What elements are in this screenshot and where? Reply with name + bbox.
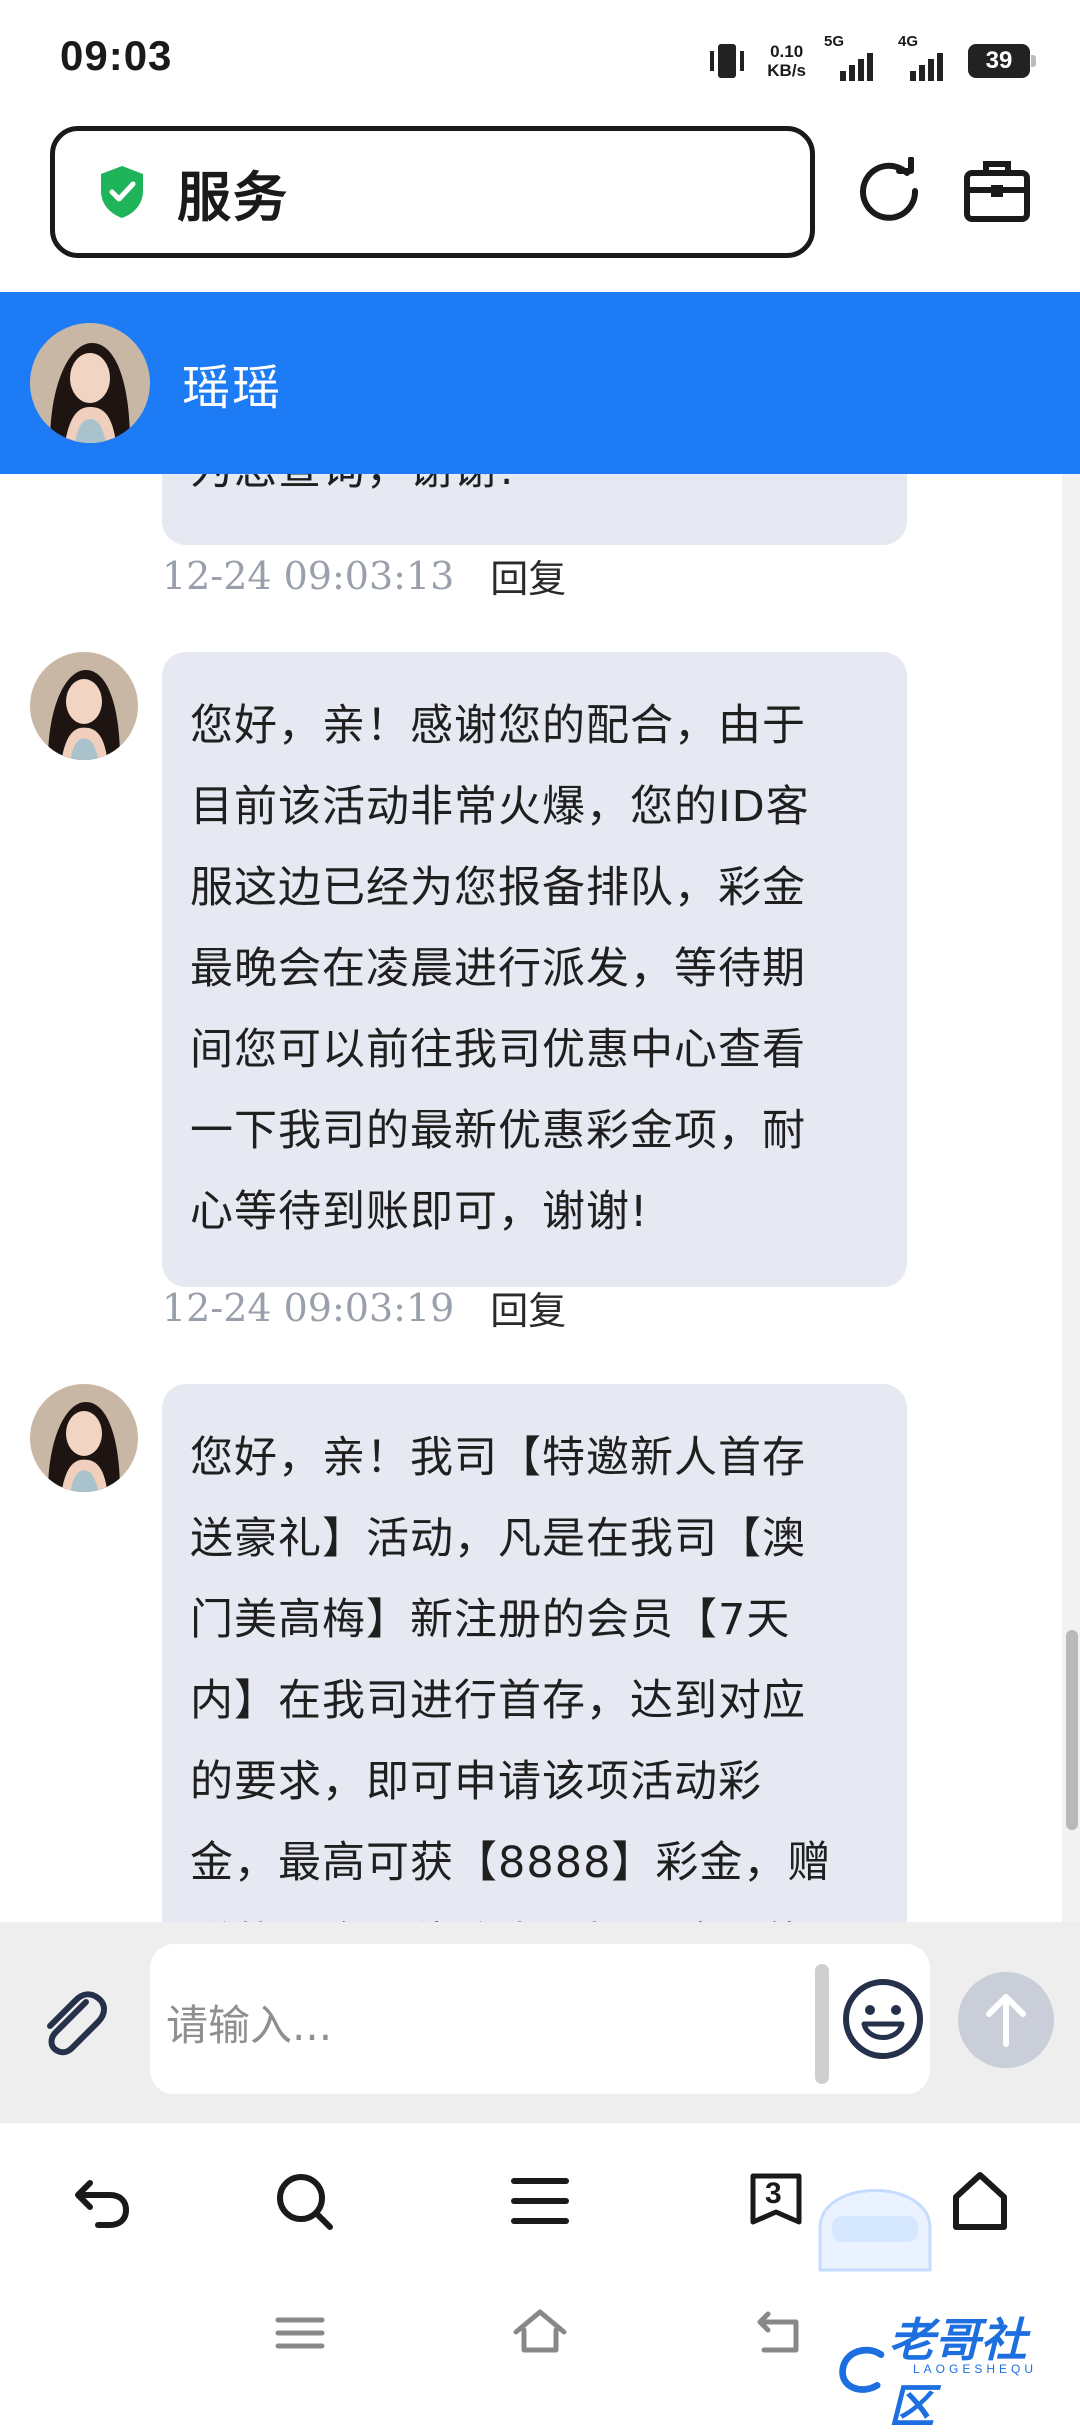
emoji-icon[interactable] [840,1976,926,2062]
avatar-image [30,1384,138,1492]
message-timestamp: 12-24 09:03:19 [162,1285,455,1330]
address-bar[interactable]: 服务 [50,126,815,258]
status-bar: 09:03 0.10 KB/s 5G 4G 39 [0,0,1080,120]
signal-4g-icon: 4G [898,33,950,81]
reply-link[interactable]: 回复 [490,1280,566,1335]
message-meta: 12-24 09:03:13 回复 [162,548,566,603]
message-bubble: 您好，亲！感谢您的配合，由于 目前该活动非常火爆，您的ID客 服这边已经为您报备… [162,652,907,1287]
agent-avatar[interactable] [30,323,150,443]
search-icon[interactable] [272,2169,336,2233]
net-speed: 0.10 KB/s [767,42,806,80]
status-icons: 0.10 KB/s 5G 4G 39 [705,33,1036,86]
reply-link[interactable]: 回复 [490,548,566,603]
status-time: 09:03 [60,32,173,79]
reload-icon[interactable] [855,157,923,225]
signal-5g-icon: 5G [824,33,880,81]
attachment-icon[interactable] [34,1984,114,2064]
message-bubble: 为您查询，谢谢! [162,474,907,545]
input-placeholder: 请输入... [166,2001,333,2050]
avatar-image [30,652,138,760]
input-divider [815,1964,829,2084]
avatar-image [30,323,150,443]
system-home-icon[interactable] [510,2302,570,2362]
message-input-bar: 请输入... [0,1922,1080,2122]
watermark-subtext: LAOGESHEQU [913,2362,1038,2376]
message-avatar[interactable] [30,1384,138,1492]
agent-name: 瑶瑶 [182,360,283,416]
tab-count: 3 [765,2177,782,2210]
menu-icon[interactable] [508,2169,572,2233]
system-back-icon[interactable] [750,2302,810,2362]
battery-icon: 39 [968,44,1036,78]
message-meta: 12-24 09:03:19 回复 [162,1280,566,1335]
message-list[interactable]: 为您查询，谢谢! 12-24 09:03:13 回复 您好，亲！感谢您的配合，由… [0,474,1062,1922]
vibrate-icon [710,44,745,78]
arrow-up-icon [986,1994,1026,2047]
toolbox-icon[interactable] [962,157,1032,225]
message-timestamp: 12-24 09:03:13 [162,553,455,598]
scrollbar-thumb[interactable] [1066,1630,1078,1830]
page-title: 服务 [177,165,289,229]
home-icon[interactable] [948,2169,1012,2233]
watermark-logo: 老哥社区 LAOGESHEQU [835,2300,1065,2433]
mascot-icon [818,2189,932,2272]
message-input[interactable]: 请输入... [150,1944,930,2094]
back-icon[interactable] [70,2169,134,2233]
shield-check-icon [101,166,143,218]
chat-header: 瑶瑶 [0,292,1080,474]
recent-apps-icon[interactable] [270,2302,330,2362]
send-button[interactable] [958,1972,1054,2068]
message-bubble: 您好，亲！我司【特邀新人首存 送豪礼】活动，凡是在我司【澳 门美高梅】新注册的会… [162,1384,907,1922]
message-avatar[interactable] [30,652,138,760]
tabs-button[interactable]: 3 [745,2168,807,2230]
dragon-logo-icon [839,2346,885,2393]
